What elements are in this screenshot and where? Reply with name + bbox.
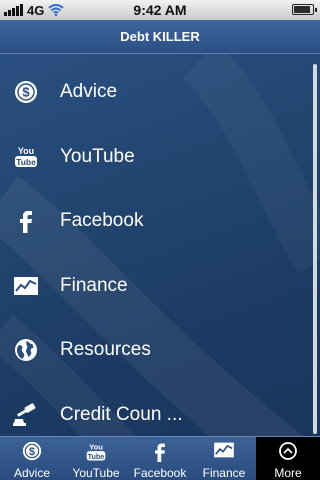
list-item-label: Facebook — [60, 210, 144, 232]
list-item-label: Resources — [60, 339, 151, 361]
youtube-icon: You Tube — [64, 441, 128, 463]
page-title: Debt KILLER — [120, 29, 200, 44]
dollar-coin-icon: $ — [12, 78, 40, 106]
svg-text:Tube: Tube — [16, 157, 36, 167]
battery-icon — [292, 4, 317, 15]
tab-advice[interactable]: $ Advice — [0, 437, 64, 480]
battery-fill — [294, 6, 311, 13]
tab-label: YouTube — [72, 466, 120, 480]
app-screen: 4G 9:42 AM Debt KILLER $ Advice You Tube… — [0, 0, 320, 480]
svg-text:$: $ — [22, 85, 30, 100]
facebook-icon — [12, 207, 40, 235]
status-bar: 4G 9:42 AM — [0, 0, 320, 20]
svg-text:$: $ — [29, 446, 35, 458]
youtube-icon: You Tube — [12, 143, 40, 171]
list-item-label: YouTube — [60, 145, 135, 167]
list-item-label: Credit Coun ... — [60, 403, 183, 425]
status-time: 9:42 AM — [133, 2, 187, 18]
facebook-icon — [128, 441, 192, 463]
tab-bar: $ Advice You Tube YouTube Facebook Finan… — [0, 436, 320, 480]
tab-more[interactable]: More — [256, 437, 320, 480]
list-item-advice[interactable]: $ Advice — [0, 60, 310, 125]
chart-icon — [12, 272, 40, 300]
list-item-resources[interactable]: Resources — [0, 318, 310, 383]
navigation-bar: Debt KILLER — [0, 20, 320, 54]
list-item-label: Advice — [60, 81, 118, 103]
scrollbar[interactable] — [313, 64, 317, 434]
gavel-icon — [12, 401, 40, 429]
svg-text:Tube: Tube — [88, 452, 105, 461]
list-item-label: Finance — [60, 274, 128, 296]
tab-label: More — [274, 466, 302, 480]
menu-list: $ Advice You Tube YouTube Facebook Finan… — [0, 60, 310, 447]
svg-text:You: You — [18, 146, 34, 156]
tab-label: Facebook — [133, 466, 187, 480]
list-item-facebook[interactable]: Facebook — [0, 189, 310, 254]
globe-icon — [12, 336, 40, 364]
chart-icon — [192, 441, 256, 459]
list-item-youtube[interactable]: You Tube YouTube — [0, 125, 310, 190]
tab-finance[interactable]: Finance — [192, 437, 256, 480]
tab-youtube[interactable]: You Tube YouTube — [64, 437, 128, 480]
tab-label: Finance — [202, 466, 246, 480]
tab-facebook[interactable]: Facebook — [128, 437, 192, 480]
dollar-coin-icon: $ — [0, 441, 64, 461]
more-icon — [256, 441, 320, 461]
list-item-finance[interactable]: Finance — [0, 254, 310, 319]
svg-text:You: You — [89, 442, 103, 451]
tab-label: Advice — [13, 466, 51, 480]
